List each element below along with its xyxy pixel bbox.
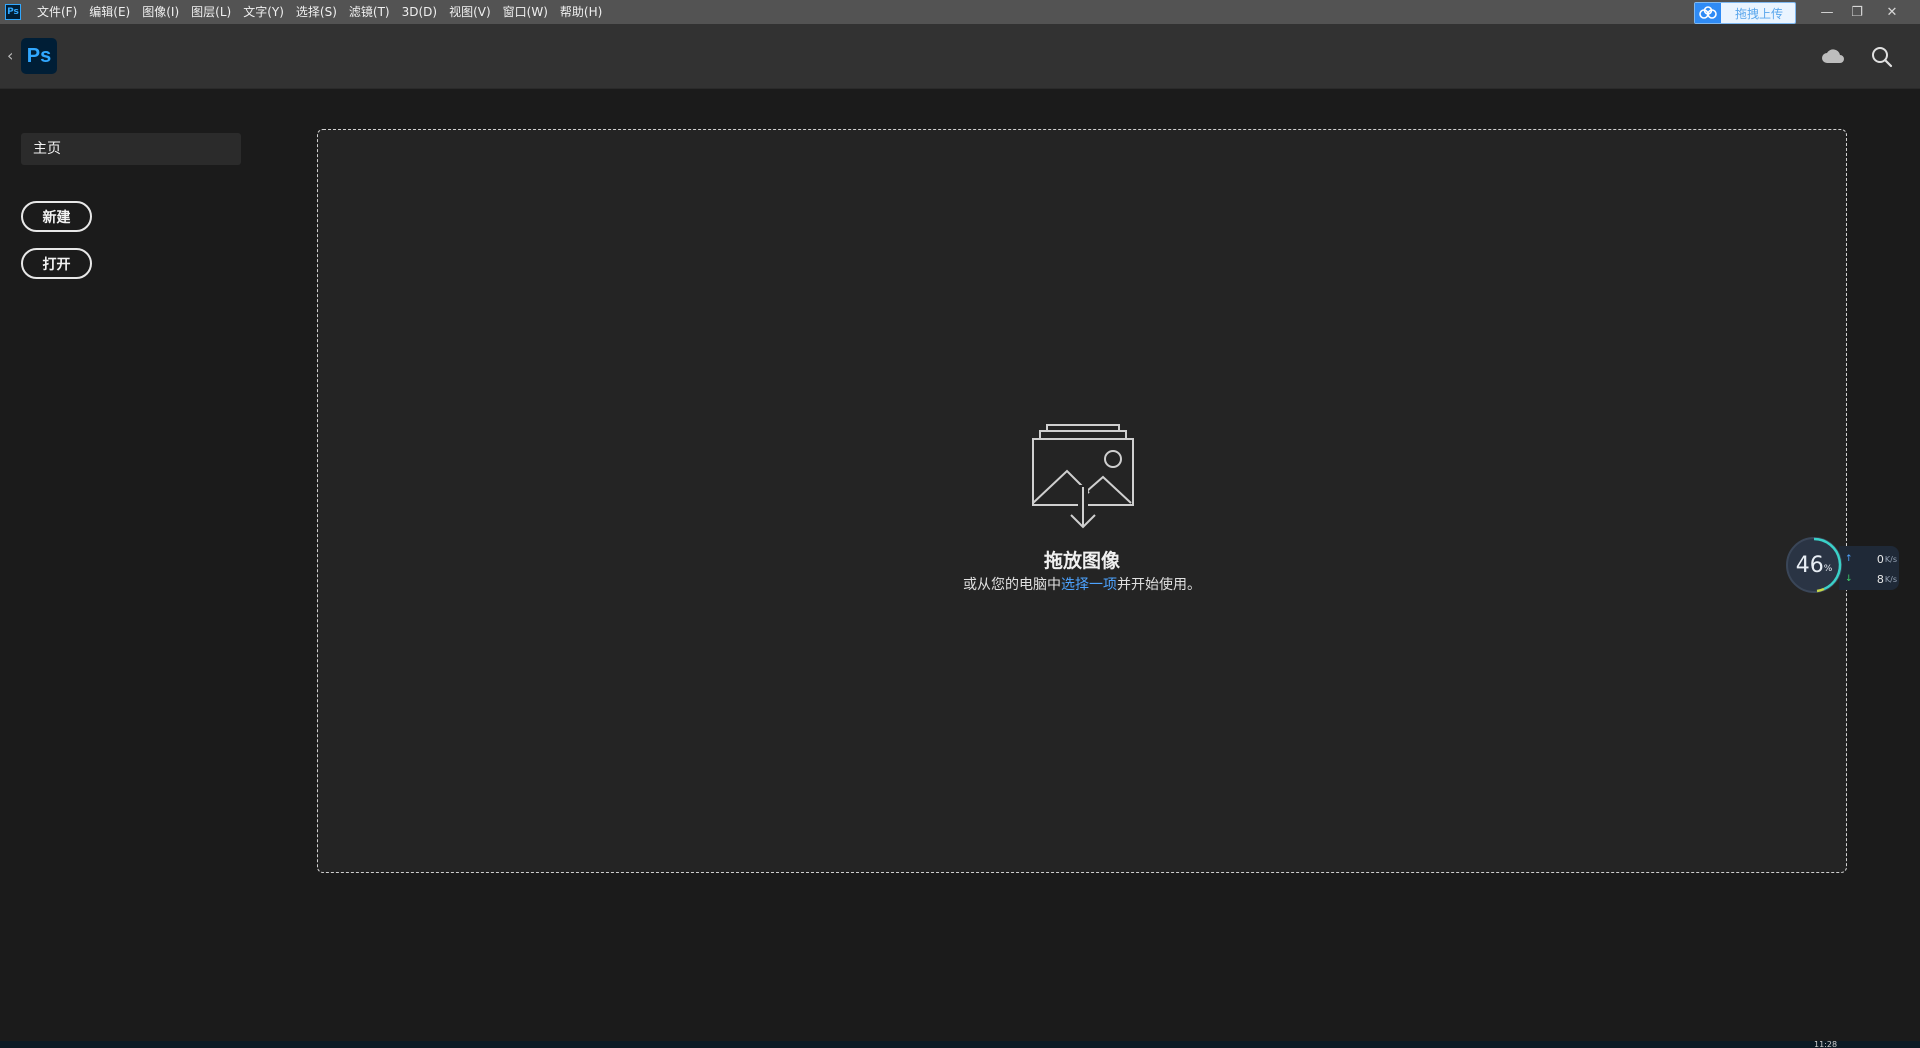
back-arrow-icon[interactable]: ‹ <box>7 46 13 65</box>
cloud-icon[interactable] <box>1820 44 1846 70</box>
menu-bar: Ps 文件(F) 编辑(E) 图像(I) 图层(L) 文字(Y) 选择(S) 滤… <box>0 0 1920 24</box>
close-window-button[interactable]: ✕ <box>1878 0 1906 24</box>
menu-edit[interactable]: 编辑(E) <box>83 0 136 24</box>
taskbar-clock: 11:28 <box>1814 1041 1838 1048</box>
open-button[interactable]: 打开 <box>21 248 92 279</box>
download-arrow-icon: ↓ <box>1845 574 1853 584</box>
menu-select[interactable]: 选择(S) <box>290 0 343 24</box>
drop-subtitle: 或从您的电脑中选择一项并开始使用。 <box>318 574 1846 594</box>
menu-help[interactable]: 帮助(H) <box>554 0 608 24</box>
download-speed-unit: K/s <box>1884 574 1897 584</box>
menu-layer[interactable]: 图层(L) <box>185 0 237 24</box>
choose-file-link[interactable]: 选择一项 <box>1061 577 1117 593</box>
memory-percent-unit: % <box>1823 564 1833 574</box>
upload-label: 拖拽上传 <box>1735 6 1784 21</box>
upload-arrow-icon: ↑ <box>1845 554 1853 564</box>
image-drop-icon <box>1032 424 1134 529</box>
menu-3d[interactable]: 3D(D) <box>396 0 443 24</box>
minimize-button[interactable]: — <box>1813 0 1841 24</box>
menu-window[interactable]: 窗口(W) <box>497 0 554 24</box>
drop-sub-prefix: 或从您的电脑中 <box>963 577 1061 593</box>
drag-upload-button[interactable]: 拖拽上传 <box>1694 2 1796 24</box>
memory-percent: 46 <box>1795 552 1824 578</box>
upload-speed-unit: K/s <box>1884 554 1897 564</box>
menu-view[interactable]: 视图(V) <box>443 0 497 24</box>
menu-image[interactable]: 图像(I) <box>136 0 185 24</box>
upload-speed-row: ↑ 0 K/s <box>1845 550 1897 568</box>
download-speed-value: 8 <box>1876 572 1884 586</box>
ps-logo: Ps <box>21 38 57 74</box>
memory-gauge[interactable]: 46% <box>1785 536 1843 594</box>
new-button[interactable]: 新建 <box>21 201 92 232</box>
drop-title: 拖放图像 <box>1043 550 1120 572</box>
download-speed-row: ↓ 8 K/s <box>1845 570 1897 588</box>
baidu-cloud-icon <box>1695 3 1721 23</box>
drop-zone[interactable]: 拖放图像 或从您的电脑中选择一项并开始使用。 <box>317 129 1847 873</box>
search-icon[interactable] <box>1869 44 1895 70</box>
gauge-label: 46% <box>1785 536 1843 594</box>
upload-speed-value: 0 <box>1876 552 1884 566</box>
menu-filter[interactable]: 滤镜(T) <box>343 0 396 24</box>
app-header: ‹ Ps <box>0 24 1920 89</box>
photoshop-app-icon[interactable]: Ps <box>5 4 21 20</box>
taskbar <box>0 1041 1920 1048</box>
menu-type[interactable]: 文字(Y) <box>237 0 290 24</box>
drop-sub-suffix: 并开始使用。 <box>1117 577 1201 593</box>
net-speed-panel: ↑ 0 K/s ↓ 8 K/s <box>1839 546 1899 590</box>
menu-file[interactable]: 文件(F) <box>31 0 83 24</box>
sidebar-item-home[interactable]: 主页 <box>21 133 241 165</box>
restore-button[interactable]: ❐ <box>1843 0 1871 24</box>
